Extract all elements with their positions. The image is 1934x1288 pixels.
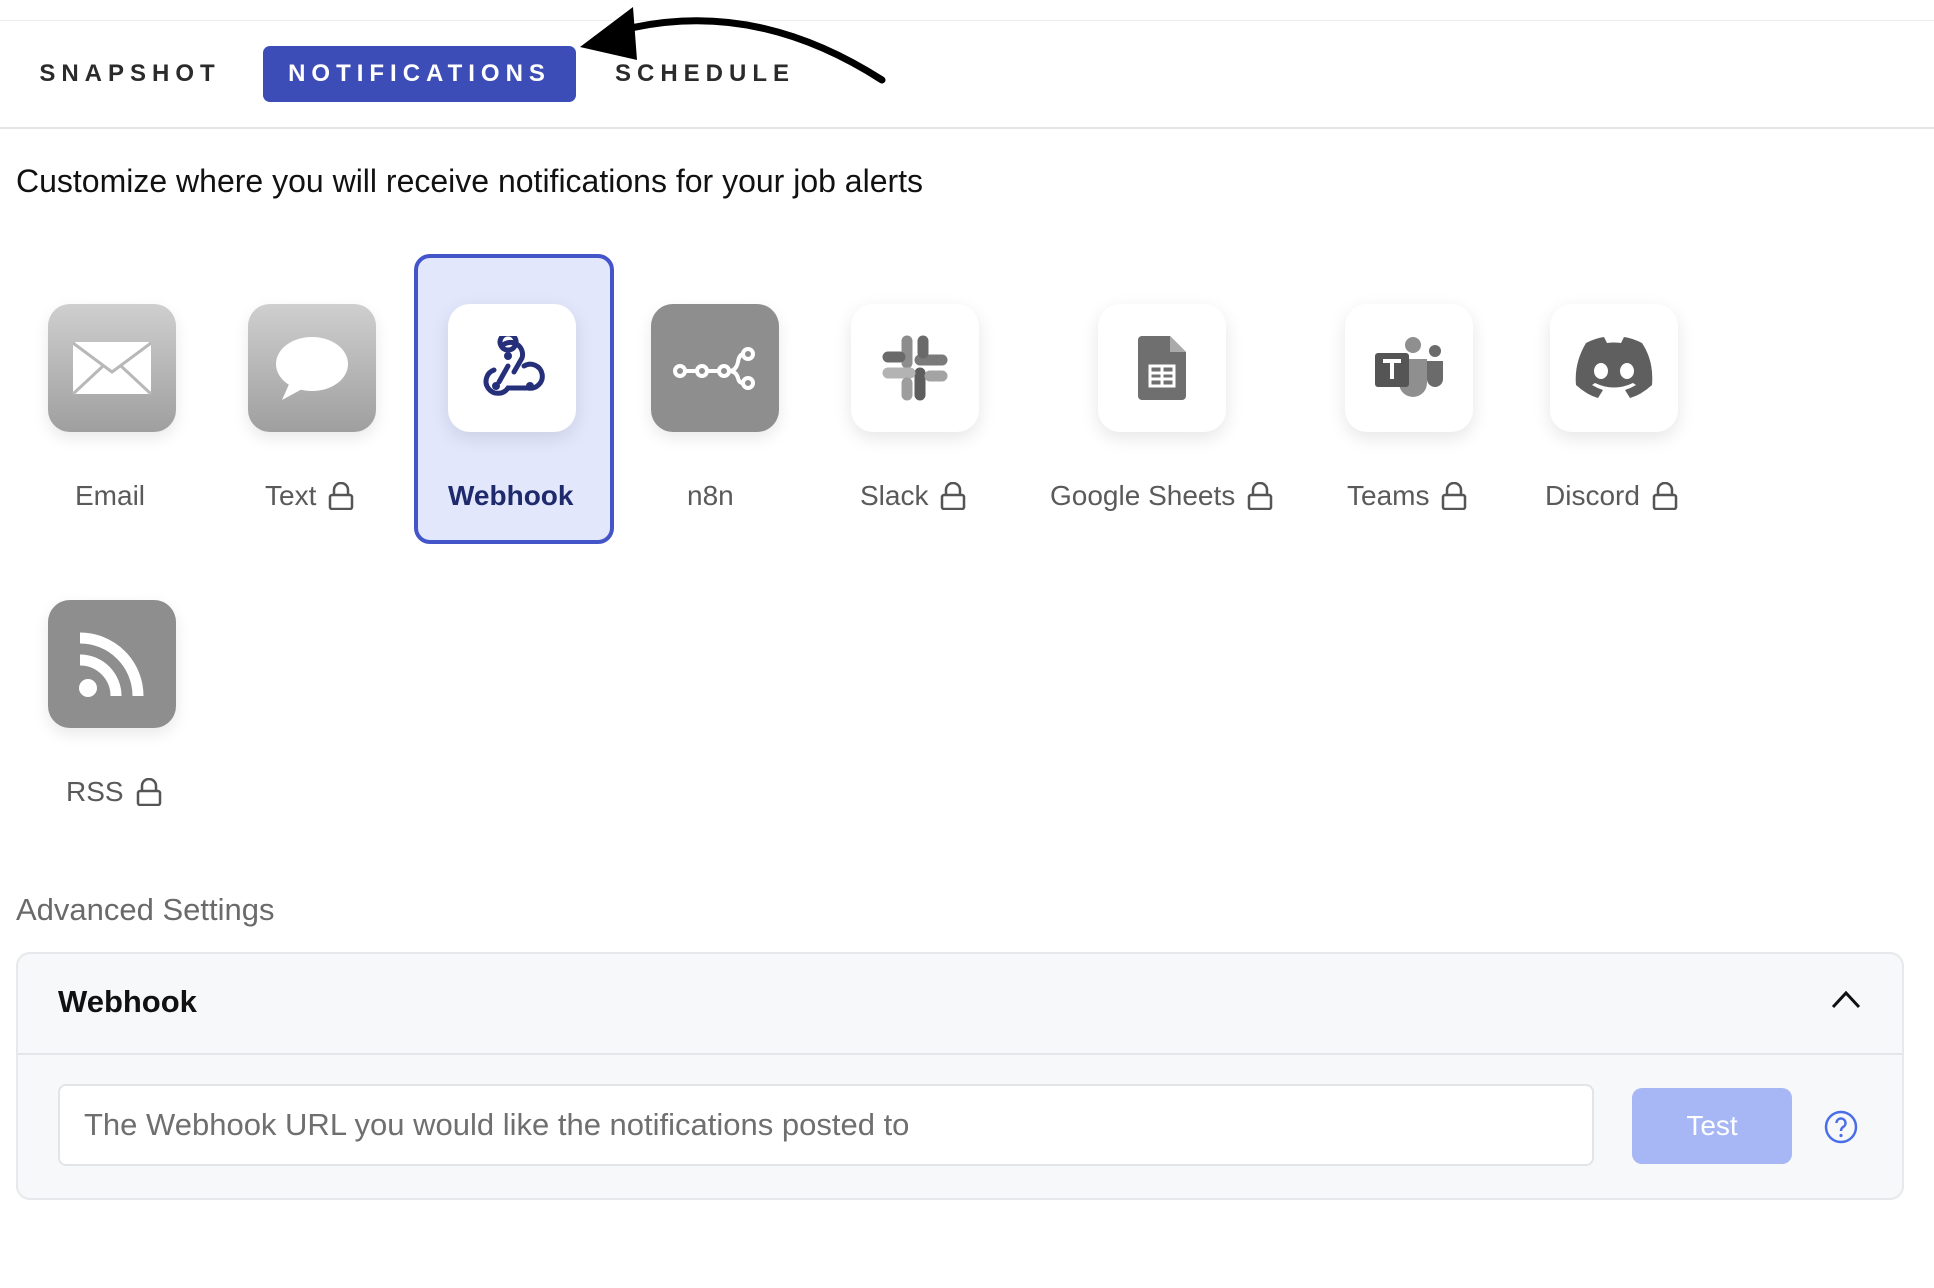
channel-label: RSS [66,776,124,807]
channel-label: n8n [687,480,734,511]
lock-icon [941,482,966,510]
channel-email[interactable]: Email [0,0,200,511]
discord-icon [1550,304,1678,432]
lock-icon [1652,482,1678,510]
channel-teams[interactable]: Teams [1297,0,1497,511]
teams-icon [1345,304,1473,432]
chevron-up-icon[interactable] [1830,988,1862,1010]
slack-icon [851,304,979,432]
channel-text[interactable]: Text [200,0,400,511]
lock-icon [136,778,161,806]
webhook-settings-panel: Webhook Test [16,952,1904,1200]
n8n-icon [651,304,779,432]
channel-discord[interactable]: Discord [1502,0,1702,511]
channel-label: Slack [860,480,929,511]
chat-bubble-icon [248,304,376,432]
lock-icon [1248,482,1273,510]
channel-label: Teams [1347,480,1430,511]
webhook-panel-title: Webhook [58,984,197,1019]
webhook-icon [448,304,576,432]
advanced-settings-title: Advanced Settings [16,892,275,927]
channel-rss[interactable]: RSS [0,296,200,807]
test-button[interactable]: Test [1632,1088,1792,1164]
lock-icon [1442,482,1467,510]
channel-google-sheets[interactable]: Google Sheets [1050,0,1273,511]
channel-label: Discord [1545,480,1640,511]
lock-icon [329,482,354,510]
channel-label: Google Sheets [1050,480,1236,511]
channel-label: Webhook [448,480,574,511]
webhook-url-input[interactable] [58,1084,1594,1166]
channel-webhook[interactable]: Webhook [414,254,614,544]
google-sheets-icon [1098,304,1226,432]
webhook-panel-header[interactable]: Webhook [18,954,1902,1055]
help-icon[interactable] [1824,1110,1858,1144]
channel-slack[interactable]: Slack [803,0,1003,511]
rss-icon [48,600,176,728]
channel-n8n[interactable]: n8n [603,0,803,511]
channel-label: Text [265,480,317,511]
